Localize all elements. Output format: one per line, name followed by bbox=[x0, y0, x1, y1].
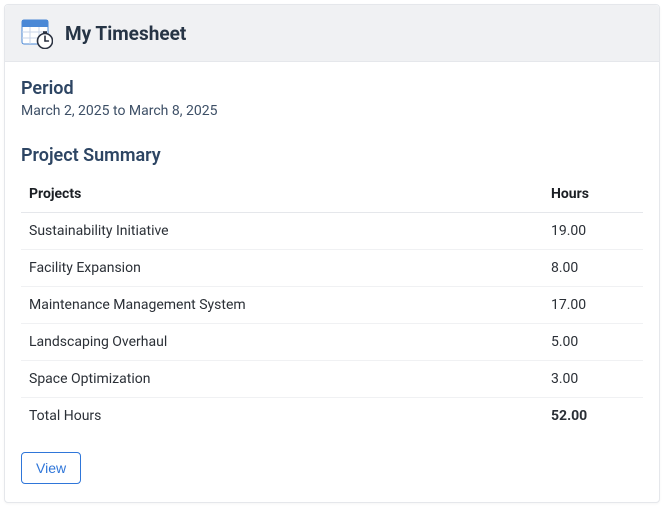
timesheet-calendar-stopwatch-icon bbox=[21, 17, 53, 49]
project-hours: 8.00 bbox=[543, 250, 643, 287]
project-summary-table: Projects Hours Sustainability Initiative… bbox=[21, 176, 643, 434]
total-hours-label: Total Hours bbox=[21, 398, 543, 435]
table-row: Sustainability Initiative 19.00 bbox=[21, 213, 643, 250]
table-total-row: Total Hours 52.00 bbox=[21, 398, 643, 435]
table-header-row: Projects Hours bbox=[21, 176, 643, 213]
card-title: My Timesheet bbox=[65, 22, 186, 45]
period-date-range: March 2, 2025 to March 8, 2025 bbox=[21, 103, 643, 119]
card-body: Period March 2, 2025 to March 8, 2025 Pr… bbox=[5, 62, 659, 502]
project-name: Facility Expansion bbox=[21, 250, 543, 287]
total-hours-value: 52.00 bbox=[543, 398, 643, 435]
projects-column-header: Projects bbox=[21, 176, 543, 213]
project-hours: 17.00 bbox=[543, 287, 643, 324]
project-name: Landscaping Overhaul bbox=[21, 324, 543, 361]
table-row: Landscaping Overhaul 5.00 bbox=[21, 324, 643, 361]
project-name: Space Optimization bbox=[21, 361, 543, 398]
project-name: Maintenance Management System bbox=[21, 287, 543, 324]
table-row: Facility Expansion 8.00 bbox=[21, 250, 643, 287]
table-row: Maintenance Management System 17.00 bbox=[21, 287, 643, 324]
view-button[interactable]: View bbox=[21, 452, 81, 484]
card-header: My Timesheet bbox=[5, 5, 659, 62]
project-hours: 3.00 bbox=[543, 361, 643, 398]
table-row: Space Optimization 3.00 bbox=[21, 361, 643, 398]
project-name: Sustainability Initiative bbox=[21, 213, 543, 250]
hours-column-header: Hours bbox=[543, 176, 643, 213]
project-hours: 19.00 bbox=[543, 213, 643, 250]
timesheet-card: My Timesheet Period March 2, 2025 to Mar… bbox=[4, 4, 660, 503]
project-summary-title: Project Summary bbox=[21, 145, 643, 166]
project-hours: 5.00 bbox=[543, 324, 643, 361]
period-label: Period bbox=[21, 78, 643, 99]
